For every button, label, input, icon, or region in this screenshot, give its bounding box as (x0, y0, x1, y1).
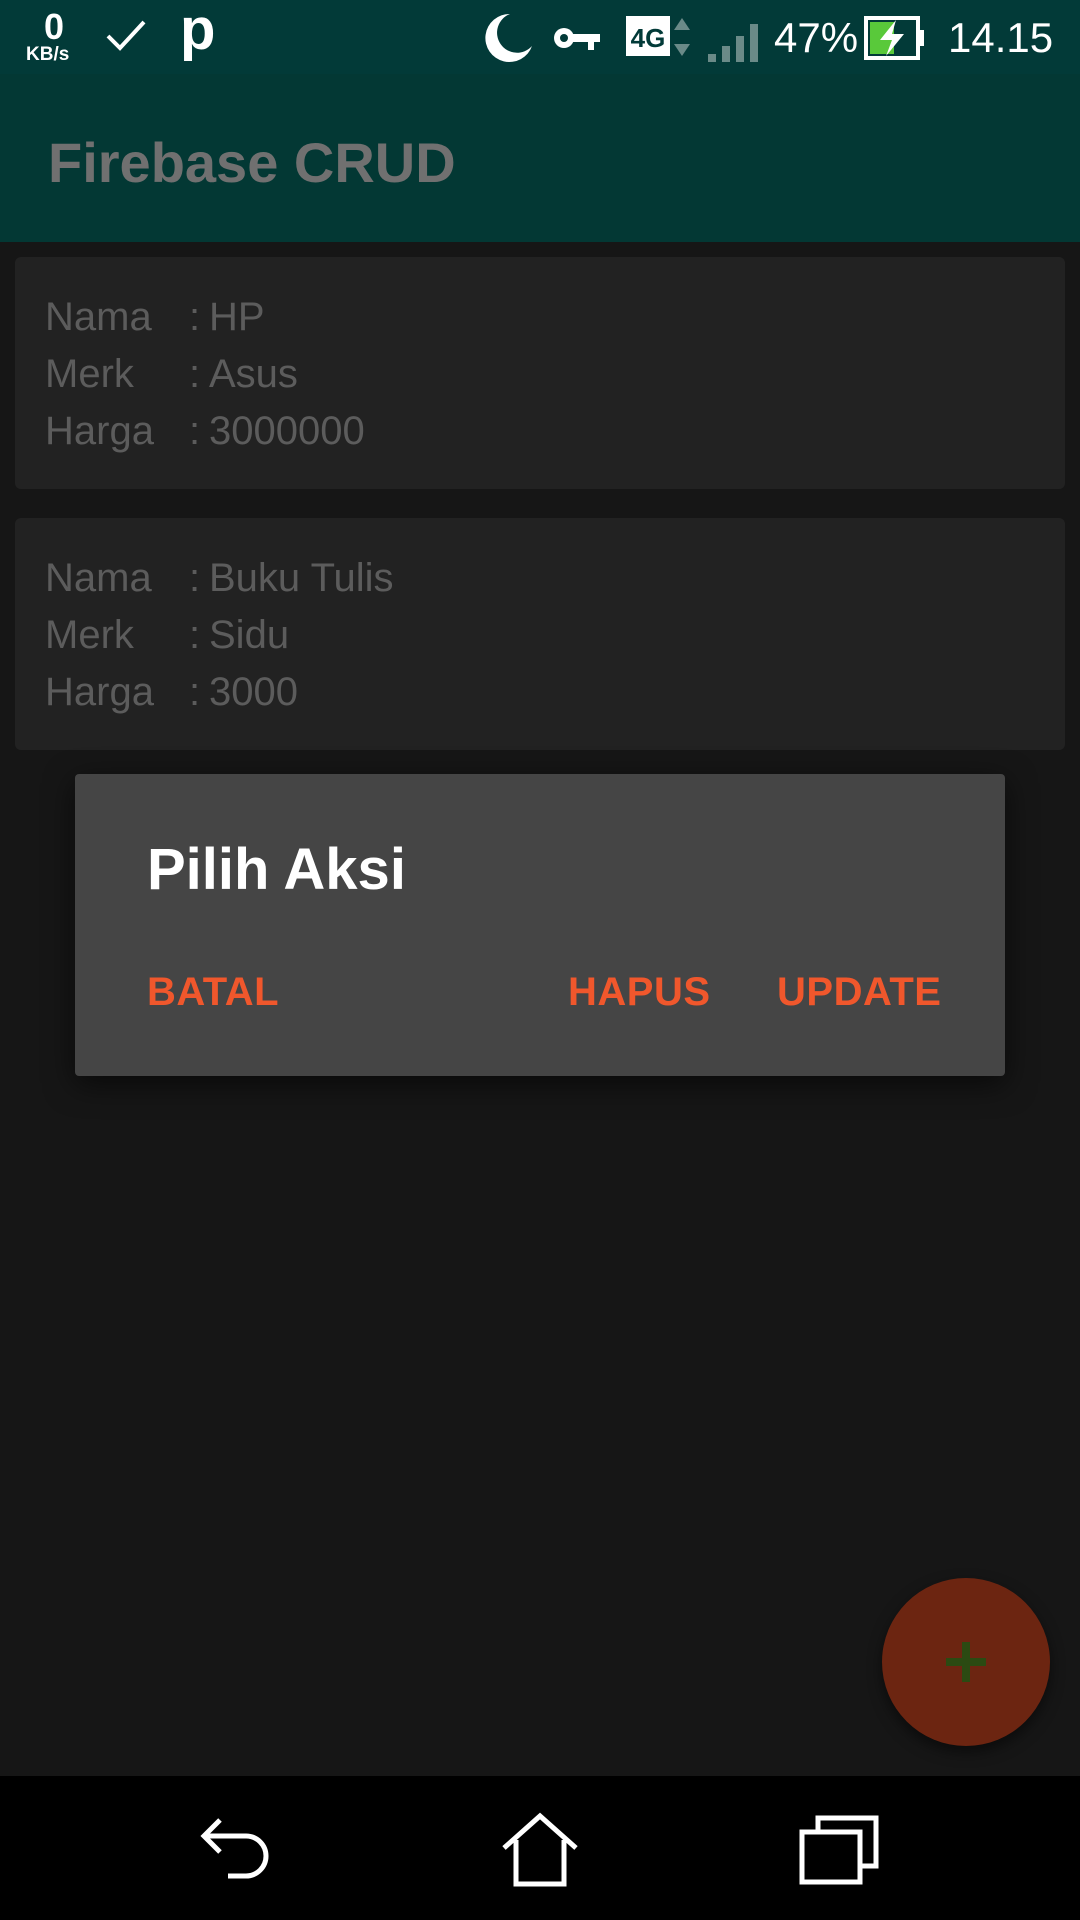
home-icon[interactable] (500, 1812, 580, 1893)
back-icon[interactable] (198, 1812, 278, 1893)
field-value: Sidu (209, 613, 290, 657)
field-label: Nama (45, 295, 152, 339)
plus-icon (946, 1642, 986, 1682)
delete-button[interactable]: HAPUS (568, 970, 711, 1015)
status-bar: 0 KB/s p 4G 47% 14.15 (0, 0, 1080, 74)
cancel-button[interactable]: BATAL (147, 970, 279, 1015)
field-separator: : (189, 556, 201, 600)
field-value: 3000000 (209, 409, 365, 453)
clock: 14.15 (948, 14, 1054, 61)
network-speed-value: 0 (44, 6, 65, 47)
signal-icon (706, 18, 762, 69)
action-dialog: Pilih Aksi BATAL HAPUS UPDATE (75, 774, 1005, 1076)
app-bar: Firebase CRUD (0, 74, 1080, 242)
battery-charging-icon (864, 16, 926, 65)
field-value: HP (209, 295, 265, 339)
battery-percent: 47% (774, 14, 859, 61)
field-value: Buku Tulis (209, 556, 394, 600)
check-icon (104, 18, 148, 59)
moon-icon (480, 10, 536, 71)
lte-icon: 4G (624, 14, 696, 63)
dialog-title: Pilih Aksi (147, 837, 406, 902)
recent-apps-icon[interactable] (798, 1812, 882, 1893)
field-separator: : (189, 670, 201, 714)
field-separator: : (189, 409, 201, 453)
network-speed-unit: KB/s (26, 44, 70, 65)
key-icon (552, 18, 602, 63)
screen: 0 KB/s p 4G 47% 14.15 Firebase CRUD Nama… (0, 0, 1080, 1920)
list-item[interactable]: Nama : Buku Tulis Merk : Sidu Harga : 30… (15, 518, 1065, 750)
app-title: Firebase CRUD (48, 131, 456, 194)
field-separator: : (189, 613, 201, 657)
add-item-button[interactable] (882, 1578, 1050, 1746)
field-label: Nama (45, 556, 152, 600)
list-item[interactable]: Nama : HP Merk : Asus Harga : 3000000 (15, 257, 1065, 489)
field-separator: : (189, 352, 201, 396)
field-label: Harga (45, 409, 154, 453)
field-label: Harga (45, 670, 154, 714)
field-separator: : (189, 295, 201, 339)
field-label: Merk (45, 613, 134, 657)
navigation-bar (0, 1776, 1080, 1920)
field-value: Asus (209, 352, 298, 396)
update-button[interactable]: UPDATE (777, 970, 941, 1015)
field-label: Merk (45, 352, 134, 396)
p-icon: p (180, 0, 216, 62)
svg-text:4G: 4G (631, 23, 666, 53)
field-value: 3000 (209, 670, 298, 714)
